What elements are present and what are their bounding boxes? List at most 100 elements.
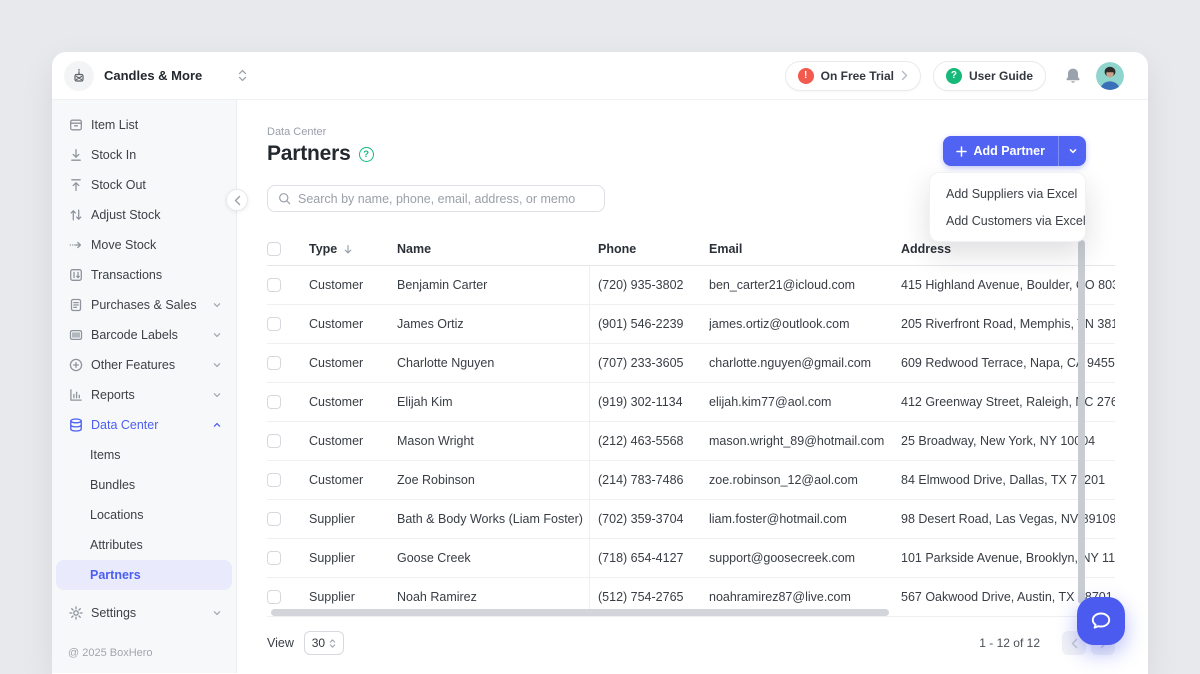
column-header-name[interactable]: Name xyxy=(397,233,589,265)
search-input[interactable] xyxy=(298,192,594,206)
select-all-checkbox[interactable] xyxy=(267,242,281,256)
cell-name: Mason Wright xyxy=(397,422,589,460)
workspace-switcher-icon[interactable] xyxy=(238,69,247,82)
cell-type: Supplier xyxy=(309,500,397,538)
table-row[interactable]: Customer Elijah Kim (919) 302-1134 elija… xyxy=(267,383,1115,422)
sidebar-subitem-partners[interactable]: Partners xyxy=(56,560,232,590)
cell-type: Customer xyxy=(309,461,397,499)
sidebar-item-label: Move Stock xyxy=(91,238,156,252)
sidebar-item-transactions[interactable]: Transactions xyxy=(52,260,236,290)
sidebar-item-data-center[interactable]: Data Center xyxy=(52,410,236,440)
sidebar-subitem-locations[interactable]: Locations xyxy=(56,500,232,530)
table-row[interactable]: Customer Benjamin Carter (720) 935-3802 … xyxy=(267,266,1115,305)
sidebar-item-label: Item List xyxy=(91,118,138,132)
row-checkbox[interactable] xyxy=(267,317,281,331)
gear-icon xyxy=(68,605,84,621)
column-header-type[interactable]: Type xyxy=(309,233,397,265)
arrow-right-dashed-icon xyxy=(68,237,84,253)
plus-circle-icon xyxy=(68,357,84,373)
sidebar-item-purchases-sales[interactable]: Purchases & Sales xyxy=(52,290,236,320)
cell-phone: (212) 463-5568 xyxy=(589,422,709,460)
table-footer: View 30 1 - 12 of 12 xyxy=(267,631,1115,655)
horizontal-scrollbar[interactable] xyxy=(271,609,889,616)
search-bar xyxy=(267,185,605,212)
table-row[interactable]: Supplier Goose Creek (718) 654-4127 supp… xyxy=(267,539,1115,578)
workspace-logo[interactable] xyxy=(64,61,94,91)
row-checkbox[interactable] xyxy=(267,395,281,409)
page-size-select[interactable]: 30 xyxy=(304,631,344,655)
sidebar-item-stock-out[interactable]: Stock Out xyxy=(52,170,236,200)
menu-item-add-customers[interactable]: Add Customers via Excel xyxy=(930,207,1085,234)
menu-item-add-suppliers[interactable]: Add Suppliers via Excel xyxy=(930,180,1085,207)
cell-phone: (919) 302-1134 xyxy=(589,383,709,421)
column-header-phone[interactable]: Phone xyxy=(589,233,709,265)
row-checkbox[interactable] xyxy=(267,434,281,448)
trial-label: On Free Trial xyxy=(821,69,894,83)
table-row[interactable]: Customer Mason Wright (212) 463-5568 mas… xyxy=(267,422,1115,461)
notification-bell-icon[interactable] xyxy=(1064,67,1082,85)
partners-table: Type Name Phone Email Address Customer B… xyxy=(267,233,1115,617)
row-checkbox[interactable] xyxy=(267,590,281,604)
cell-email: zoe.robinson_12@aol.com xyxy=(709,461,901,499)
row-checkbox[interactable] xyxy=(267,551,281,565)
sidebar-item-label: Reports xyxy=(91,388,135,402)
free-trial-pill[interactable]: ! On Free Trial xyxy=(785,61,921,91)
sidebar-item-reports[interactable]: Reports xyxy=(52,380,236,410)
cell-email: charlotte.nguyen@gmail.com xyxy=(709,344,901,382)
row-checkbox[interactable] xyxy=(267,278,281,292)
sidebar-item-settings[interactable]: Settings xyxy=(52,598,236,628)
cell-name: Elijah Kim xyxy=(397,383,589,421)
cell-email: ben_carter21@icloud.com xyxy=(709,266,901,304)
app-window: Candles & More ! On Free Trial ? User Gu… xyxy=(52,52,1148,674)
copyright-note: @ 2025 BoxHero xyxy=(52,647,236,673)
add-partner-label: Add Partner xyxy=(973,144,1045,158)
topbar-right: ! On Free Trial ? User Guide xyxy=(785,61,1124,91)
vertical-scrollbar[interactable] xyxy=(1078,240,1085,604)
sidebar-subitem-bundles[interactable]: Bundles xyxy=(56,470,232,500)
chevron-up-icon xyxy=(212,420,222,430)
cell-type: Customer xyxy=(309,422,397,460)
cell-phone: (707) 233-3605 xyxy=(589,344,709,382)
add-partner-button[interactable]: Add Partner xyxy=(943,136,1058,166)
sidebar-item-adjust-stock[interactable]: Adjust Stock xyxy=(52,200,236,230)
user-guide-pill[interactable]: ? User Guide xyxy=(933,61,1046,91)
cell-phone: (720) 935-3802 xyxy=(589,266,709,304)
row-checkbox[interactable] xyxy=(267,356,281,370)
cell-phone: (214) 783-7486 xyxy=(589,461,709,499)
table-row[interactable]: Customer James Ortiz (901) 546-2239 jame… xyxy=(267,305,1115,344)
add-partner-dropdown-button[interactable] xyxy=(1058,136,1086,166)
sidebar-item-stock-in[interactable]: Stock In xyxy=(52,140,236,170)
workspace-name: Candles & More xyxy=(104,68,202,83)
sidebar-collapse-button[interactable] xyxy=(226,189,248,211)
sidebar-subitem-attributes[interactable]: Attributes xyxy=(56,530,232,560)
sidebar-subitem-items[interactable]: Items xyxy=(56,440,232,470)
cell-type: Customer xyxy=(309,344,397,382)
topbar: Candles & More ! On Free Trial ? User Gu… xyxy=(52,52,1148,100)
guide-question-icon: ? xyxy=(946,68,962,84)
table-row[interactable]: Customer Charlotte Nguyen (707) 233-3605… xyxy=(267,344,1115,383)
arrow-down-to-line-icon xyxy=(68,147,84,163)
row-checkbox[interactable] xyxy=(267,512,281,526)
sidebar-item-other-features[interactable]: Other Features xyxy=(52,350,236,380)
table-row[interactable]: Customer Zoe Robinson (214) 783-7486 zoe… xyxy=(267,461,1115,500)
trial-alert-icon: ! xyxy=(798,68,814,84)
page-title: Partners xyxy=(267,142,351,166)
column-header-email[interactable]: Email xyxy=(709,233,901,265)
row-checkbox[interactable] xyxy=(267,473,281,487)
cell-email: liam.foster@hotmail.com xyxy=(709,500,901,538)
select-caret-icon xyxy=(329,638,336,649)
cell-phone: (718) 654-4127 xyxy=(589,539,709,577)
cell-email: james.ortiz@outlook.com xyxy=(709,305,901,343)
chat-bubble-icon xyxy=(1089,609,1113,633)
sidebar-item-barcode-labels[interactable]: Barcode Labels xyxy=(52,320,236,350)
table-row[interactable]: Supplier Bath & Body Works (Liam Foster)… xyxy=(267,500,1115,539)
sidebar-item-item-list[interactable]: Item List xyxy=(52,110,236,140)
barcode-icon xyxy=(68,327,84,343)
chevron-down-icon xyxy=(212,608,222,618)
chat-support-button[interactable] xyxy=(1077,597,1125,645)
help-icon[interactable]: ? xyxy=(359,147,374,162)
pagination-range: 1 - 12 of 12 xyxy=(979,636,1040,650)
cell-name: Bath & Body Works (Liam Foster) xyxy=(397,500,589,538)
user-avatar[interactable] xyxy=(1096,62,1124,90)
sidebar-item-move-stock[interactable]: Move Stock xyxy=(52,230,236,260)
